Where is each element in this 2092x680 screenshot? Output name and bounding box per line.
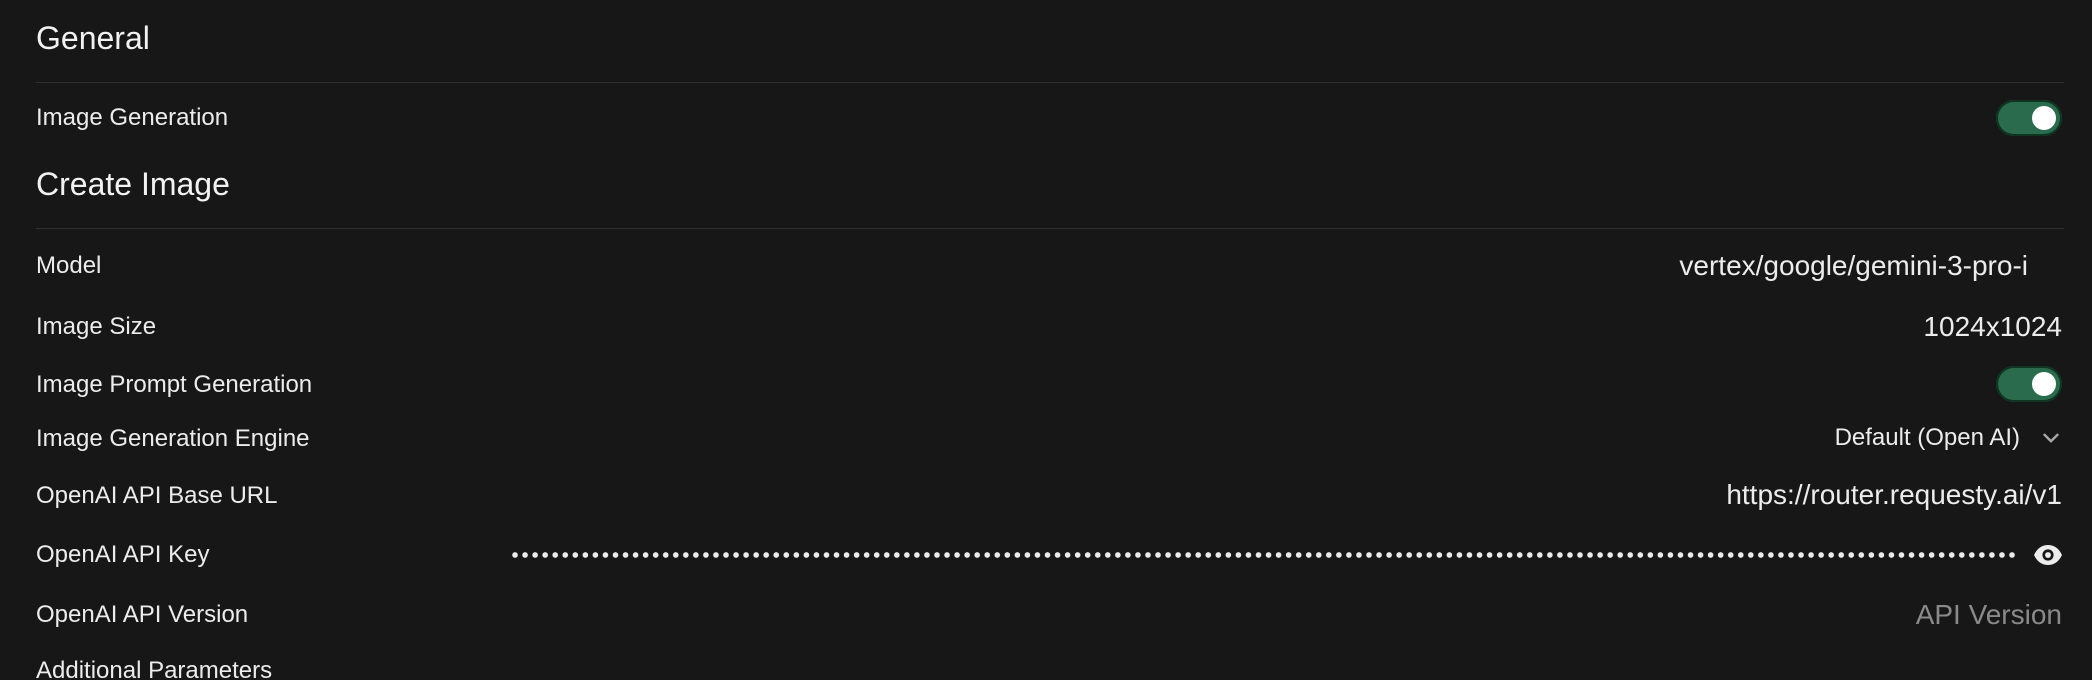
base-url-input[interactable] — [1362, 477, 2062, 513]
general-section-title: General — [36, 20, 150, 56]
base-url-label: OpenAI API Base URL — [36, 482, 278, 509]
image-size-label: Image Size — [36, 313, 157, 340]
model-input[interactable] — [1628, 248, 2028, 284]
toggle-knob — [2032, 372, 2056, 396]
image-generation-engine-label: Image Generation Engine — [36, 425, 310, 452]
image-generation-toggle[interactable] — [1996, 100, 2062, 136]
engine-selected-value: Default (Open AI) — [1834, 424, 2020, 451]
image-generation-engine-select[interactable]: Default (Open AI) — [1835, 420, 2064, 456]
image-size-input[interactable] — [1762, 309, 2062, 345]
api-version-label: OpenAI API Version — [36, 601, 249, 628]
eye-icon[interactable] — [2032, 539, 2064, 571]
api-key-input[interactable] — [510, 551, 2018, 559]
general-divider — [36, 82, 2064, 83]
image-prompt-generation-toggle[interactable] — [1996, 366, 2062, 402]
additional-parameters-label: Additional Parameters — [36, 657, 273, 680]
chevron-down-icon — [2043, 433, 2059, 443]
create-image-divider — [36, 228, 2064, 229]
model-label: Model — [36, 252, 102, 279]
image-generation-label: Image Generation — [36, 104, 229, 131]
image-prompt-generation-label: Image Prompt Generation — [36, 371, 313, 398]
api-version-input[interactable] — [1662, 597, 2062, 633]
toggle-knob — [2032, 106, 2056, 130]
create-image-section-title: Create Image — [36, 166, 230, 202]
api-key-label: OpenAI API Key — [36, 541, 210, 568]
